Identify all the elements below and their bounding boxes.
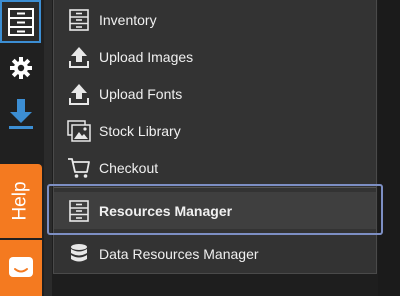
upload-icon [67, 45, 91, 69]
menu-item-inventory[interactable]: Inventory [54, 1, 376, 38]
menu-item-label: Upload Images [99, 48, 194, 65]
cart-icon [67, 156, 91, 180]
settings-toolbar-button[interactable] [0, 48, 42, 88]
menu-item-label: Upload Fonts [99, 85, 183, 102]
gear-icon [10, 57, 32, 79]
menu-item-label: Stock Library [99, 122, 181, 139]
menu-item-label: Data Resources Manager [99, 245, 259, 262]
toolbar-divider [44, 0, 52, 296]
database-icon [67, 242, 91, 266]
chat-bubble-icon [9, 257, 33, 277]
help-tab[interactable]: Help [0, 164, 42, 238]
menu-item-data-resources-manager[interactable]: Data Resources Manager [54, 235, 376, 272]
download-toolbar-button[interactable] [0, 92, 42, 136]
upload-icon [67, 82, 91, 106]
cabinet-icon [67, 8, 91, 32]
left-toolbar: Help [0, 0, 44, 296]
download-arrow-icon [9, 99, 33, 129]
chat-button[interactable] [0, 240, 42, 296]
menu-item-upload-fonts[interactable]: Upload Fonts [54, 75, 376, 112]
menu-item-label: Checkout [99, 159, 159, 176]
menu-item-upload-images[interactable]: Upload Images [54, 38, 376, 75]
image-stack-icon [67, 119, 91, 143]
menu-item-checkout[interactable]: Checkout [54, 149, 376, 186]
app-root: Help Inventory Upload Images Upload Font… [0, 0, 400, 296]
cabinet-icon [7, 7, 34, 36]
inventory-toolbar-button[interactable] [0, 0, 41, 43]
background-panel [378, 0, 400, 296]
selection-highlight [47, 184, 383, 235]
help-label: Help [9, 181, 31, 221]
menu-item-stock-library[interactable]: Stock Library [54, 112, 376, 149]
menu-item-label: Inventory [99, 11, 157, 28]
